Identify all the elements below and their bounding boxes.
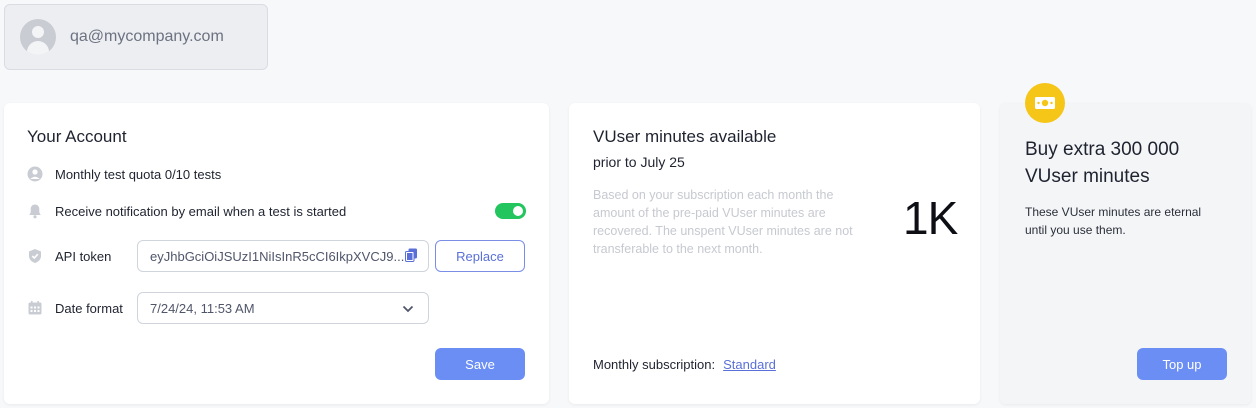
vuser-card: VUser minutes available prior to July 25… — [569, 103, 980, 404]
avatar-icon — [20, 19, 56, 55]
subscription-link[interactable]: Standard — [723, 357, 776, 372]
api-token-field[interactable]: eyJhbGciOiJSUzI1NiIsInR5cCI6IkpXVCJ9... — [137, 240, 429, 272]
save-button[interactable]: Save — [435, 348, 525, 380]
calendar-icon — [26, 299, 44, 317]
account-card: Your Account Monthly test quota 0/10 tes… — [4, 103, 549, 404]
shield-icon — [26, 247, 44, 265]
bell-icon — [26, 202, 44, 220]
date-format-row: Date format — [26, 299, 123, 317]
date-format-label: Date format — [55, 300, 123, 316]
buy-card: Buy extra 300 000 VUser minutes These VU… — [1000, 103, 1251, 404]
vuser-title: VUser minutes available — [593, 127, 777, 146]
vuser-description: Based on your subscription each month th… — [593, 188, 853, 256]
notification-toggle[interactable] — [495, 203, 526, 219]
user-chip[interactable]: qa@mycompany.com — [4, 4, 268, 70]
buy-text: These VUser minutes are eternal until yo… — [1025, 205, 1202, 237]
subscription-line: Monthly subscription: Standard — [593, 357, 776, 372]
chevron-down-icon — [402, 301, 414, 316]
api-token-value: eyJhbGciOiJSUzI1NiIsInR5cCI6IkpXVCJ9... — [150, 248, 405, 264]
money-icon — [1025, 83, 1065, 123]
quota-label: Monthly test quota 0/10 tests — [55, 166, 222, 182]
date-format-value: 7/24/24, 11:53 AM — [150, 300, 255, 316]
topup-button[interactable]: Top up — [1137, 348, 1227, 380]
notification-row: Receive notification by email when a tes… — [26, 202, 346, 220]
account-title: Your Account — [27, 127, 127, 146]
user-email: qa@mycompany.com — [70, 28, 224, 45]
vuser-amount: 1K — [903, 192, 958, 244]
notification-label: Receive notification by email when a tes… — [55, 203, 347, 219]
user-circle-icon — [26, 165, 44, 183]
replace-button[interactable]: Replace — [435, 240, 525, 272]
copy-icon[interactable] — [405, 248, 418, 265]
quota-row: Monthly test quota 0/10 tests — [26, 165, 221, 183]
subscription-label: Monthly subscription: — [593, 357, 716, 372]
api-token-row: API token — [26, 247, 111, 265]
date-format-select[interactable]: 7/24/24, 11:53 AM — [137, 292, 429, 324]
api-token-label: API token — [55, 248, 112, 264]
vuser-subtitle: prior to July 25 — [593, 154, 685, 170]
buy-title: Buy extra 300 000 VUser minutes — [1025, 139, 1180, 187]
